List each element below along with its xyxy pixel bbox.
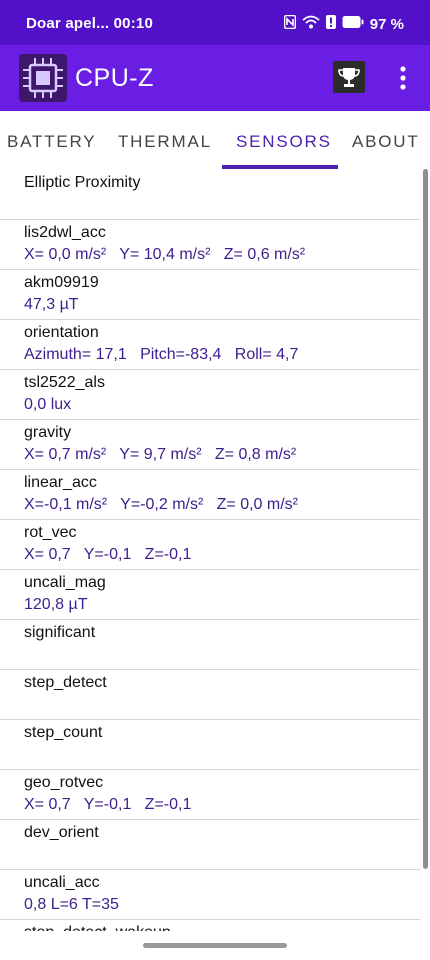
battery-percent: 97 % [369,15,404,33]
cpu-chip-icon [19,54,67,102]
sensor-row: rot_vec X= 0,7 Y=-0,1 Z=-0,1 [0,519,420,570]
nfc-icon [283,15,296,33]
sensor-name: significant [24,624,96,641]
sensor-row: lis2dwl_acc X= 0,0 m/s² Y= 10,4 m/s² Z= … [0,219,420,270]
sensor-row: uncali_mag 120,8 µT [0,569,420,620]
status-bar: Doar apel... 00:10 97 % [0,0,430,45]
sensor-value: X= 0,7 Y=-0,1 Z=-0,1 [24,796,192,813]
trophy-icon [333,68,365,97]
overflow-menu-button[interactable] [393,65,413,91]
sensor-name: step_count [24,724,103,741]
sensor-row: dev_orient [0,819,420,870]
sensor-row: gravity X= 0,7 m/s² Y= 9,7 m/s² Z= 0,8 m… [0,419,420,470]
sensor-value: X= 0,7 m/s² Y= 9,7 m/s² Z= 0,8 m/s² [24,446,297,463]
sensor-value: 0,0 lux [24,396,72,413]
sensor-row: step_count [0,719,420,770]
sensor-row: geo_rotvec X= 0,7 Y=-0,1 Z=-0,1 [0,769,420,820]
app-title: CPU-Z [75,64,154,92]
sensor-row: orientation Azimuth= 17,1 Pitch=-83,4 Ro… [0,319,420,370]
tab-battery[interactable]: BATTERY [7,132,96,152]
sensor-name: uncali_acc [24,874,100,891]
wifi-icon [302,15,320,33]
gesture-nav-handle[interactable] [143,943,287,948]
sensor-row: significant [0,619,420,670]
sensor-row: tsl2522_als 0,0 lux [0,369,420,420]
sensor-name: step_detect_wakeup [24,924,171,931]
sensor-value: X=-0,1 m/s² Y=-0,2 m/s² Z= 0,0 m/s² [24,496,298,513]
sensor-value: X= 0,7 Y=-0,1 Z=-0,1 [24,546,192,563]
trophy-button[interactable] [333,61,365,93]
sensor-name: rot_vec [24,524,77,541]
sensor-name: step_detect [24,674,107,691]
sensor-row: uncali_acc 0,8 L=6 T=35 [0,869,420,920]
alert-icon [325,15,336,33]
tab-sensors[interactable]: SENSORS [236,132,332,152]
sensor-row: linear_acc X=-0,1 m/s² Y=-0,2 m/s² Z= 0,… [0,469,420,520]
sensor-value: 120,8 µT [24,596,88,613]
sensor-name: dev_orient [24,824,99,841]
overflow-menu-icon [393,66,413,95]
app-bar: CPU-Z [0,45,430,111]
battery-icon [342,15,364,33]
sensor-name: lis2dwl_acc [24,224,106,241]
sensor-row: akm09919 47,3 µT [0,269,420,320]
tab-thermal[interactable]: THERMAL [118,132,212,152]
sensor-row: Elliptic Proximity [0,169,420,220]
scrollbar[interactable] [423,169,428,869]
status-icons: 97 % [283,15,404,33]
sensor-name: Elliptic Proximity [24,174,141,191]
tab-about[interactable]: ABOUT [352,132,420,152]
sensor-value: X= 0,0 m/s² Y= 10,4 m/s² Z= 0,6 m/s² [24,246,306,263]
sensor-list[interactable]: Elliptic Proximity lis2dwl_acc X= 0,0 m/… [0,169,420,931]
sensor-value: Azimuth= 17,1 Pitch=-83,4 Roll= 4,7 [24,346,299,363]
sensor-row: step_detect_wakeup [0,919,420,931]
sensor-name: akm09919 [24,274,99,291]
sensor-name: uncali_mag [24,574,106,591]
sensor-value: 0,8 L=6 T=35 [24,896,119,913]
sensor-name: gravity [24,424,72,441]
sensor-name: linear_acc [24,474,97,491]
tab-bar: BATTERY THERMAL SENSORS ABOUT [0,111,430,169]
sensor-value: 47,3 µT [24,296,79,313]
sensor-row: step_detect [0,669,420,720]
sensor-name: orientation [24,324,99,341]
sensor-name: tsl2522_als [24,374,105,391]
sensor-name: geo_rotvec [24,774,104,791]
status-carrier-time: Doar apel... 00:10 [26,15,153,32]
